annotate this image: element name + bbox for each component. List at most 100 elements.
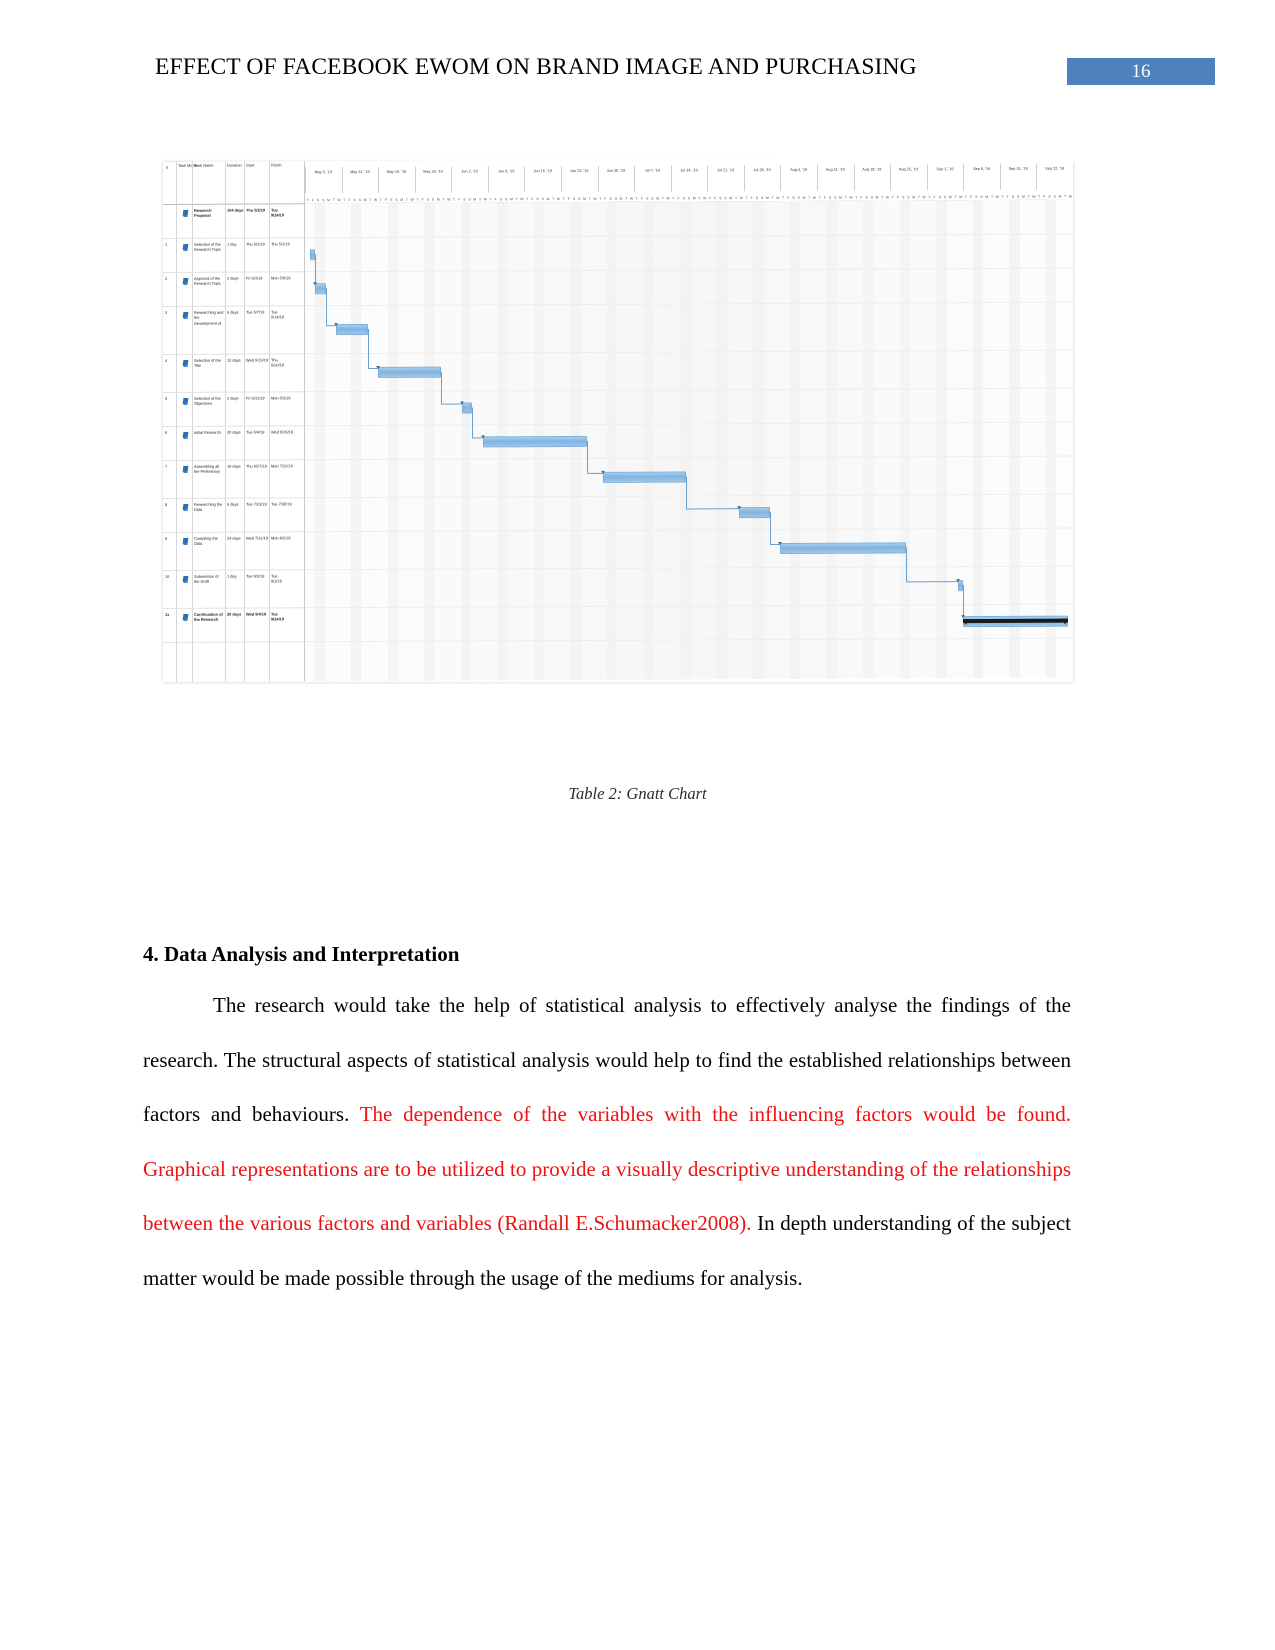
gantt-task-bar[interactable] bbox=[482, 435, 588, 447]
dependency-arrow bbox=[334, 323, 339, 327]
timeline-day-letter: F bbox=[1006, 194, 1009, 199]
dependency-link bbox=[472, 407, 474, 438]
timeline-week-divider bbox=[890, 164, 892, 191]
timeline-day-letter: T bbox=[343, 198, 346, 203]
cell-start: Fri 5/3/19 bbox=[246, 275, 263, 281]
timeline-day-letter: W bbox=[849, 195, 853, 200]
timeline-day-letter: S bbox=[316, 198, 320, 203]
gantt-timeline-header: TFSSMTWTFSSMTWTFSSMTWTFSSMTWTFSSMTWTFSSM… bbox=[305, 157, 1073, 205]
cell-task-name: Assembling all the Preliminary bbox=[194, 463, 220, 475]
timeline-day-letter: S bbox=[463, 197, 466, 202]
cell-id: 6 bbox=[165, 429, 168, 435]
timeline-day-letter: S bbox=[572, 196, 576, 201]
cell-start: Wed 7/31/19 bbox=[246, 535, 268, 541]
timeline-day-letter: W bbox=[1032, 194, 1036, 199]
timeline-week-divider bbox=[999, 163, 1001, 190]
table-row[interactable]: 1 Selection of the Research Topic 1 day Thu… bbox=[163, 238, 304, 273]
timeline-week-divider bbox=[524, 166, 526, 193]
timeline-day-letter: S bbox=[426, 197, 429, 202]
timeline-day-letter: S bbox=[1017, 194, 1020, 199]
timeline-day-letter: S bbox=[1053, 194, 1056, 199]
timeline-day-letter: M bbox=[509, 197, 513, 202]
timeline-day-letter: W bbox=[373, 197, 378, 202]
weekend-shading bbox=[387, 202, 398, 681]
column-header-finish: Finish bbox=[271, 162, 282, 168]
table-row[interactable]: 8 Researching the Data 6 days Tue 7/23/19 Tu… bbox=[163, 498, 304, 533]
cell-id: 4 bbox=[165, 357, 168, 363]
task-mode-icon[interactable] bbox=[178, 613, 192, 621]
task-mode-icon[interactable] bbox=[178, 397, 192, 405]
task-mode-icon[interactable] bbox=[178, 243, 192, 251]
cell-duration: 6 days bbox=[227, 309, 239, 315]
weekend-shading bbox=[972, 199, 984, 679]
timeline-day-letter: F bbox=[933, 195, 936, 200]
cell-task-name: Submission of the Draft bbox=[194, 573, 219, 585]
cell-id: 2 bbox=[165, 275, 168, 281]
table-row[interactable]: 2 Approval of the Research Topic 2 days Fri… bbox=[163, 272, 304, 307]
cell-task-name: Selection of the Objectives bbox=[194, 395, 221, 407]
timeline-tick-label: Jul 28, '19 bbox=[753, 168, 771, 173]
weekend-shading bbox=[826, 200, 837, 679]
gantt-task-bar[interactable] bbox=[378, 366, 441, 378]
timeline-day-letter: T bbox=[781, 195, 785, 200]
timeline-day-letter: S bbox=[505, 197, 508, 202]
gantt-task-bar[interactable] bbox=[336, 323, 368, 335]
table-row[interactable]: 3 Researching and the Development of 6 day… bbox=[163, 306, 304, 355]
timeline-day-letter: W bbox=[666, 196, 670, 201]
gantt-task-bar[interactable] bbox=[738, 506, 770, 518]
timeline-day-letter: S bbox=[907, 195, 910, 200]
timeline-week-divider bbox=[597, 165, 599, 192]
task-mode-icon[interactable] bbox=[178, 311, 192, 319]
timeline-day-letter: S bbox=[358, 198, 361, 203]
gantt-task-bar[interactable] bbox=[602, 470, 687, 483]
timeline-day-letter: T bbox=[661, 196, 664, 201]
task-mode-icon[interactable] bbox=[178, 503, 192, 511]
dependency-link bbox=[686, 476, 688, 509]
timeline-day-letter: S bbox=[395, 197, 398, 202]
table-row[interactable]: 4 Selection of the Title 12 days Wed 5/15/1… bbox=[163, 354, 304, 393]
gantt-task-bar[interactable] bbox=[780, 541, 906, 554]
task-mode-icon[interactable] bbox=[178, 575, 192, 583]
timeline-tick-label: Aug 4, '19 bbox=[790, 167, 808, 172]
task-mode-icon[interactable] bbox=[178, 431, 192, 439]
timeline-day-letter: T bbox=[405, 197, 408, 202]
cell-start: Tue 9/3/19 bbox=[246, 573, 265, 579]
dependency-link bbox=[686, 508, 739, 510]
timeline-week-divider bbox=[926, 164, 928, 191]
timeline-day-letter: T bbox=[588, 196, 591, 201]
task-mode-icon[interactable] bbox=[178, 277, 192, 285]
cell-duration: 6 days bbox=[227, 501, 239, 507]
cell-start: Thu 6/27/19 bbox=[246, 463, 267, 469]
gantt-summary-bar[interactable] bbox=[963, 618, 1068, 624]
table-row[interactable]: 10 Submission of the Draft 1 day Tue 9/3/19… bbox=[163, 570, 304, 609]
timeline-week-divider bbox=[853, 164, 855, 191]
cell-duration: 12 days bbox=[227, 357, 241, 363]
cell-finish: Mon 9/2/19 bbox=[271, 535, 291, 541]
timeline-day-letter: S bbox=[1011, 194, 1015, 199]
cell-task-name: Continuation of the Research bbox=[194, 611, 223, 623]
timeline-day-letter: S bbox=[761, 196, 764, 201]
weekend-shading bbox=[460, 202, 472, 681]
task-mode-icon[interactable] bbox=[178, 359, 192, 367]
timeline-day-letter: F bbox=[311, 198, 314, 203]
cell-start: Tue 5/7/19 bbox=[246, 309, 265, 315]
timeline-day-letter: F bbox=[384, 197, 388, 202]
weekend-shading bbox=[1009, 199, 1020, 678]
task-mode-icon[interactable] bbox=[178, 209, 192, 217]
timeline-day-letter: M bbox=[1058, 194, 1062, 199]
task-mode-icon[interactable] bbox=[178, 465, 192, 473]
page-number-badge: 16 bbox=[1067, 58, 1215, 85]
table-row[interactable]: 5 Selection of the Objectives 2 days Fri 5/… bbox=[163, 392, 304, 427]
table-row[interactable]: 9 Compiling the Data 24 days Wed 7/31/19 Mon… bbox=[163, 532, 304, 571]
cell-start: Tue 7/23/19 bbox=[246, 501, 267, 507]
cell-id: 9 bbox=[165, 535, 168, 541]
table-row[interactable]: 7 Assembling all the Preliminary 16 days Th… bbox=[163, 460, 304, 499]
table-row[interactable]: 11 Continuation of the Research 20 days Wed… bbox=[163, 608, 304, 643]
timeline-day-letter: T bbox=[1001, 194, 1004, 199]
table-row[interactable]: 6 Initial Research 20 days Tue 6/4/19 Wed 6/… bbox=[163, 426, 304, 461]
timeline-day-letter: S bbox=[943, 195, 947, 200]
task-mode-icon[interactable] bbox=[178, 537, 192, 545]
timeline-day-letter: W bbox=[593, 196, 597, 201]
table-row[interactable]: Research Proposal 104 days Thu 5/2/19 Tue 9… bbox=[163, 204, 304, 239]
timeline-day-letter: T bbox=[672, 196, 675, 201]
